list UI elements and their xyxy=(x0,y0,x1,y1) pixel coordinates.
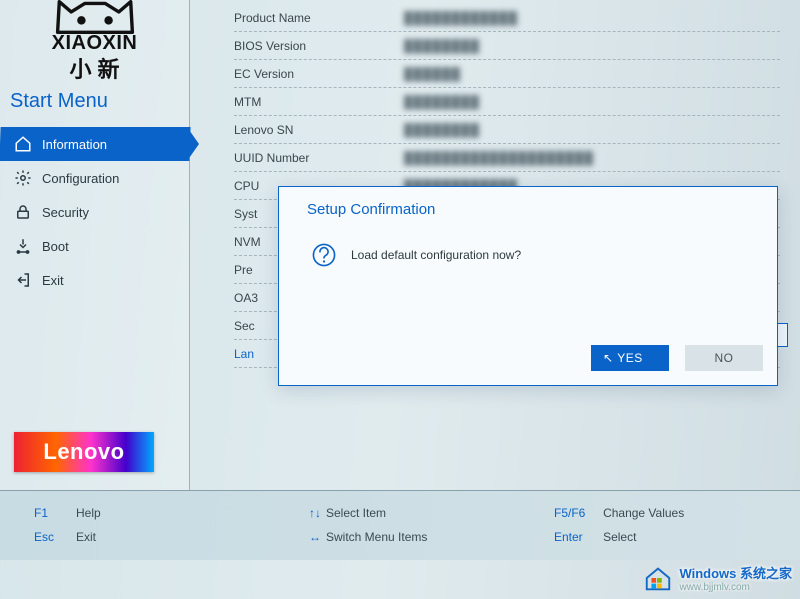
cursor-icon: ↖ xyxy=(603,351,614,365)
bios-screen: XIAOXIN 小 新 Start Menu Information Confi… xyxy=(0,0,800,599)
no-button[interactable]: NO xyxy=(685,345,763,371)
sidebar-item-label: Security xyxy=(42,205,89,220)
button-label: YES xyxy=(617,351,643,365)
sidebar-item-label: Information xyxy=(42,137,107,152)
hotkey-label: Select xyxy=(603,530,754,544)
home-icon xyxy=(14,135,32,153)
leftright-arrows-icon: ↔ xyxy=(304,530,326,544)
dialog-body: Load default configuration now? xyxy=(279,224,777,278)
dialog-title: Setup Confirmation xyxy=(279,187,777,224)
watermark: Windows 系统之家 www.bjjmlv.com xyxy=(643,563,792,593)
hotkey-label: Change Values xyxy=(603,506,754,520)
hotkey-enter: Enter xyxy=(554,530,603,544)
updown-arrows-icon: ↑↓ xyxy=(304,506,326,520)
lock-icon xyxy=(14,203,32,221)
question-icon xyxy=(311,242,337,268)
exit-icon xyxy=(14,271,32,289)
sidebar-item-label: Boot xyxy=(42,239,69,254)
gear-icon xyxy=(14,169,32,187)
hotkey-f5f6: F5/F6 xyxy=(554,506,603,520)
hotkey-label: Exit xyxy=(76,530,236,544)
watermark-line2: www.bjjmlv.com xyxy=(679,582,792,593)
boot-icon xyxy=(14,237,32,255)
dialog-message: Load default configuration now? xyxy=(351,248,521,262)
hotkey-label: Switch Menu Items xyxy=(326,530,486,544)
windows-house-icon xyxy=(643,563,673,593)
yes-button[interactable]: ↖ YES xyxy=(591,345,669,371)
button-label: NO xyxy=(715,351,734,365)
setup-confirmation-dialog: Setup Confirmation Load default configur… xyxy=(278,186,778,386)
hotkey-label: Select Item xyxy=(326,506,486,520)
hotkey-esc: Esc xyxy=(34,530,76,544)
footer-bar: F1 Help ↑↓ Select Item F5/F6 Change Valu… xyxy=(0,490,800,560)
sidebar-item-label: Exit xyxy=(42,273,64,288)
sidebar-item-label: Configuration xyxy=(42,171,119,186)
hotkey-f1: F1 xyxy=(34,506,76,520)
dialog-actions: ↖ YES NO xyxy=(591,345,763,371)
watermark-line1: Windows 系统之家 xyxy=(679,563,792,582)
hotkey-label: Help xyxy=(76,506,236,520)
